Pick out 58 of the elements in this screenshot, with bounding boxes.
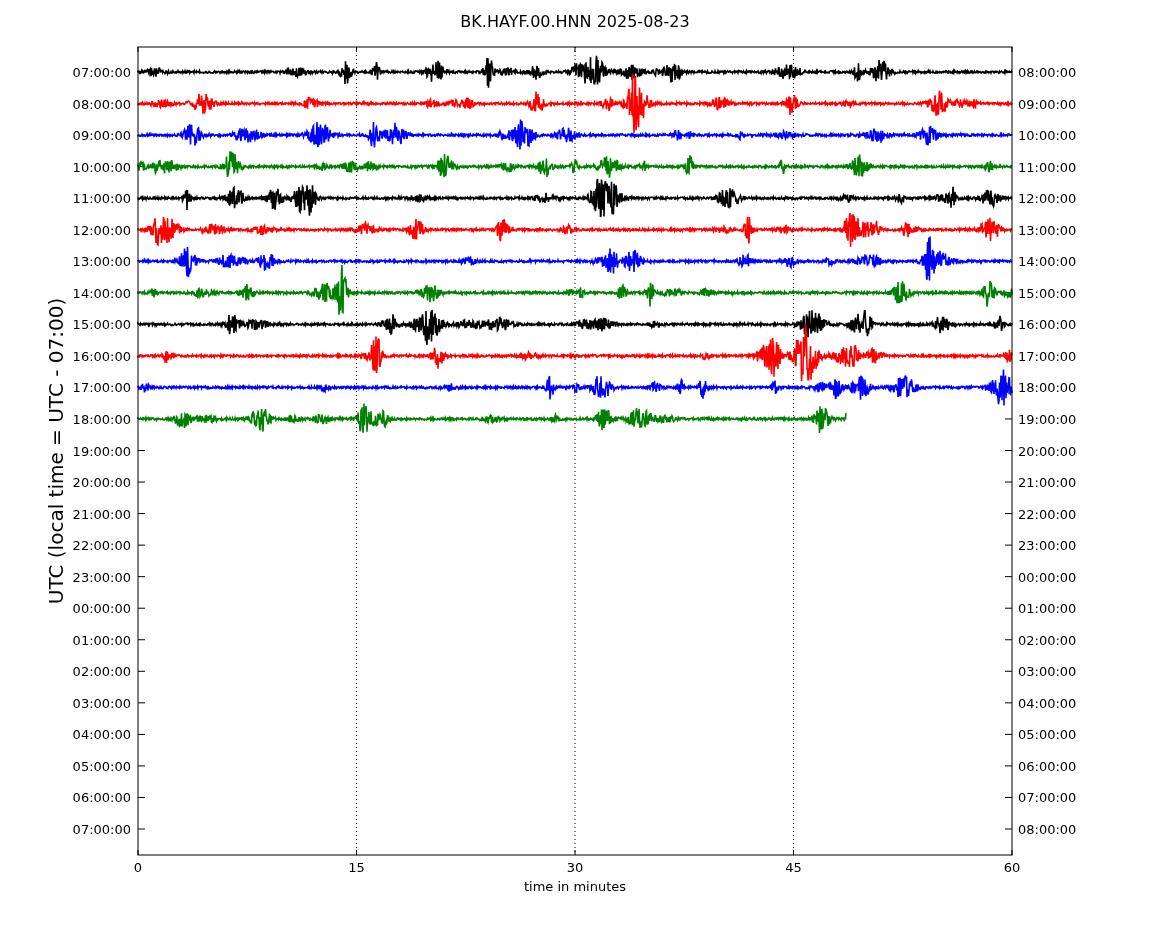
y-tick-label: 22:00:00 xyxy=(72,538,131,554)
y-tick-label: 09:00:00 xyxy=(72,128,131,144)
y-tick-label: 02:00:00 xyxy=(72,664,131,680)
y-tick-label: 16:00:00 xyxy=(1018,317,1077,333)
y-tick-label: 10:00:00 xyxy=(72,159,131,175)
y-tick-label: 23:00:00 xyxy=(1018,538,1077,554)
y-tick-label: 21:00:00 xyxy=(1018,475,1077,491)
y-tick-label: 08:00:00 xyxy=(1018,822,1077,837)
y-tick-label: 12:00:00 xyxy=(72,222,131,238)
y-tick-label: 14:00:00 xyxy=(72,285,131,301)
y-tick-label: 01:00:00 xyxy=(1018,601,1077,617)
y-tick-label: 04:00:00 xyxy=(72,727,131,743)
y-tick-label: 17:00:00 xyxy=(1018,348,1077,364)
y-tick-label: 00:00:00 xyxy=(1018,569,1077,585)
x-tick-label: 15 xyxy=(348,860,365,875)
y-tick-label: 02:00:00 xyxy=(1018,632,1077,648)
y-tick-label: 13:00:00 xyxy=(72,254,131,270)
x-tick-label: 60 xyxy=(1003,860,1021,875)
y-tick-label: 00:00:00 xyxy=(72,601,131,617)
y-axis-label: UTC (local time = UTC - 07:00) xyxy=(44,297,68,605)
y-tick-label: 20:00:00 xyxy=(72,475,131,491)
y-tick-label: 23:00:00 xyxy=(72,569,131,585)
y-tick-label: 05:00:00 xyxy=(1018,727,1077,743)
y-tick-label: 10:00:00 xyxy=(1018,128,1077,144)
y-tick-label: 07:00:00 xyxy=(72,822,131,837)
y-tick-label: 14:00:00 xyxy=(1018,254,1077,270)
y-tick-label: 19:00:00 xyxy=(72,443,131,459)
y-tick-label: 15:00:00 xyxy=(72,317,131,333)
x-tick-label: 30 xyxy=(566,860,584,875)
y-tick-label: 03:00:00 xyxy=(1018,664,1077,680)
y-tick-label: 20:00:00 xyxy=(1018,443,1077,459)
y-tick-label: 16:00:00 xyxy=(72,348,131,364)
x-tick-label: 45 xyxy=(785,860,802,875)
y-tick-label: 13:00:00 xyxy=(1018,222,1077,238)
chart-title: BK.HAYF.00.HNN 2025-08-23 xyxy=(460,12,690,31)
y-tick-label: 08:00:00 xyxy=(72,96,131,112)
x-tick-label: 0 xyxy=(133,860,143,875)
y-tick-label: 15:00:00 xyxy=(1018,285,1077,301)
y-tick-label: 17:00:00 xyxy=(72,380,131,396)
y-tick-label: 22:00:00 xyxy=(1018,506,1077,522)
y-tick-label: 04:00:00 xyxy=(1018,695,1077,711)
y-tick-label: 11:00:00 xyxy=(1018,159,1077,175)
y-tick-label: 21:00:00 xyxy=(72,506,131,522)
y-tick-label: 19:00:00 xyxy=(1018,411,1077,427)
y-tick-label: 09:00:00 xyxy=(1018,96,1077,112)
y-tick-label: 06:00:00 xyxy=(1018,758,1077,774)
y-tick-label: 07:00:00 xyxy=(1018,790,1077,806)
y-tick-label: 07:00:00 xyxy=(72,65,131,80)
y-tick-label: 03:00:00 xyxy=(72,695,131,711)
y-tick-label: 18:00:00 xyxy=(1018,380,1077,396)
y-tick-label: 01:00:00 xyxy=(72,632,131,648)
x-axis-label: time in minutes xyxy=(523,879,627,894)
y-tick-label: 06:00:00 xyxy=(72,790,131,806)
y-tick-label: 12:00:00 xyxy=(1018,191,1077,207)
y-tick-label: 11:00:00 xyxy=(72,191,131,207)
y-tick-label: 08:00:00 xyxy=(1018,65,1077,80)
y-tick-label: 05:00:00 xyxy=(72,758,131,774)
y-tick-label: 18:00:00 xyxy=(72,411,131,427)
